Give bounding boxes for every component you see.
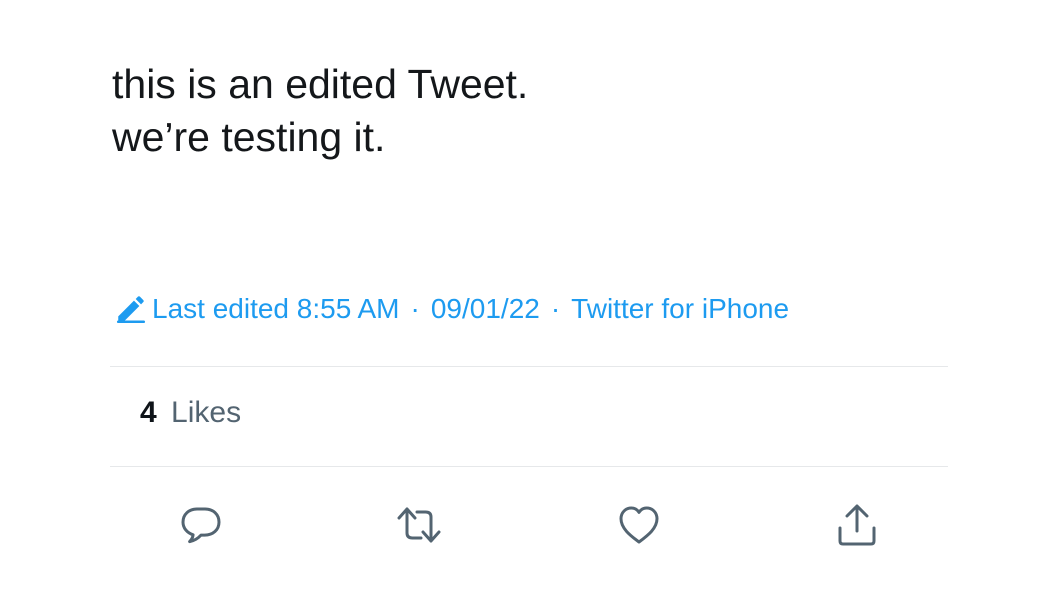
metadata-separator: · <box>550 293 561 324</box>
reply-icon <box>177 501 225 549</box>
like-button[interactable] <box>612 498 666 552</box>
last-edited-link[interactable]: Last edited 8:55 AM <box>152 293 400 325</box>
share-button[interactable] <box>830 498 884 552</box>
likes-label: Likes <box>171 396 242 429</box>
retweet-button[interactable] <box>392 498 446 552</box>
divider <box>110 466 948 467</box>
tweet-source-link[interactable]: Twitter for iPhone <box>571 293 789 325</box>
likes-count: 4 <box>140 396 157 429</box>
likes-summary[interactable]: 4 Likes <box>140 396 241 430</box>
divider <box>110 366 948 367</box>
tweet-text-line-2: we’re testing it. <box>112 114 386 160</box>
retweet-icon <box>395 501 443 549</box>
reply-button[interactable] <box>174 498 228 552</box>
tweet-metadata: Last edited 8:55 AM · 09/01/22 · Twitter… <box>114 287 789 331</box>
share-icon <box>833 501 881 549</box>
tweet-text: this is an edited Tweet. we’re testing i… <box>112 58 972 164</box>
pencil-edit-icon[interactable] <box>114 292 148 326</box>
tweet-text-line-1: this is an edited Tweet. <box>112 61 529 107</box>
metadata-separator: · <box>410 293 420 324</box>
like-heart-icon <box>615 501 663 549</box>
tweet-date[interactable]: 09/01/22 <box>431 293 540 325</box>
